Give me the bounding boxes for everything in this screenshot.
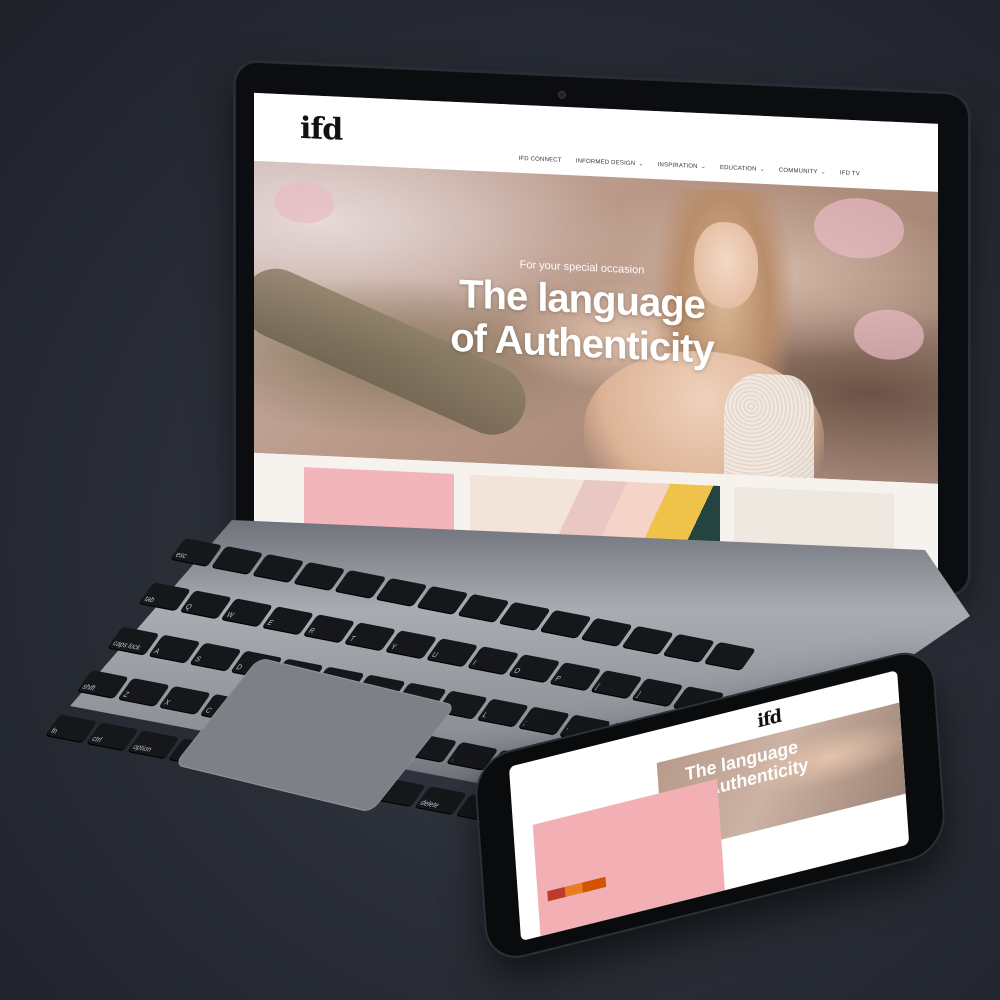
hero-image-blossom — [854, 308, 924, 362]
hero-image-blossom — [274, 181, 334, 225]
main-nav: IFD CONNECT INFORMED DESIGN ⌄ INSPIRATION… — [519, 155, 861, 178]
phone-site-logo[interactable]: ifd — [757, 705, 782, 732]
nav-item-education[interactable]: EDUCATION ⌄ — [720, 164, 765, 173]
nav-item-ifd-tv[interactable]: IFD TV — [840, 169, 860, 177]
hero-text: For your special occasion The language o… — [432, 255, 732, 373]
nav-item-inspiration[interactable]: INSPIRATION ⌄ — [658, 161, 706, 171]
chevron-down-icon: ⌄ — [820, 169, 826, 176]
chevron-down-icon: ⌄ — [759, 166, 765, 174]
hero-image-dress — [724, 372, 814, 484]
phone-screen: ifd The language of Authenticity — [508, 670, 910, 942]
laptop-bezel: ifd IFD CONNECT INFORMED DESIGN ⌄ INSPIRA… — [236, 62, 968, 596]
hero-image-blossom — [814, 196, 904, 261]
hero-banner: For your special occasion The language o… — [254, 160, 938, 484]
site-logo[interactable]: ifd — [300, 111, 342, 148]
nav-item-community[interactable]: COMMUNITY ⌄ — [779, 167, 826, 176]
phone-body: ifd The language of Authenticity — [474, 647, 946, 964]
laptop-screen: ifd IFD CONNECT INFORMED DESIGN ⌄ INSPIRA… — [254, 92, 938, 574]
chevron-down-icon: ⌄ — [638, 161, 644, 168]
hero-title: The language of Authenticity — [450, 272, 714, 372]
chevron-down-icon: ⌄ — [700, 164, 706, 171]
nav-item-ifd-connect[interactable]: IFD CONNECT — [519, 155, 562, 164]
phone-content-card[interactable] — [532, 778, 725, 937]
nav-item-informed-design[interactable]: INFORMED DESIGN ⌄ — [576, 157, 644, 168]
webcam — [558, 90, 566, 99]
